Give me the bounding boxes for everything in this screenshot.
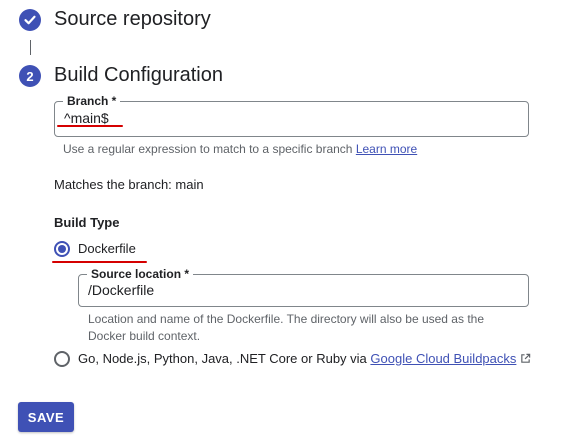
annotation-underline-branch — [57, 125, 123, 127]
source-location-hint: Location and name of the Dockerfile. The… — [88, 312, 484, 343]
check-icon — [24, 15, 36, 25]
step-2-number: 2 — [19, 65, 41, 87]
branch-hint: Use a regular expression to match to a s… — [63, 142, 418, 156]
branch-match-text: Matches the branch: main — [54, 177, 204, 192]
buildpacks-link[interactable]: Google Cloud Buildpacks — [370, 351, 516, 366]
buildpacks-radio[interactable] — [54, 351, 70, 367]
build-type-heading: Build Type — [54, 215, 120, 230]
learn-more-link[interactable]: Learn more — [356, 142, 417, 156]
step-1-complete-icon — [19, 9, 41, 31]
external-link-icon[interactable] — [520, 353, 531, 364]
source-location-input-value[interactable]: /Dockerfile — [88, 282, 154, 298]
stepper-connector — [30, 40, 31, 55]
annotation-underline-dockerfile — [52, 261, 147, 263]
dockerfile-radio[interactable] — [54, 241, 70, 257]
save-button[interactable]: SAVE — [18, 402, 74, 432]
dockerfile-option-label[interactable]: Dockerfile — [78, 241, 136, 256]
branch-field[interactable]: Branch * ^main$ — [54, 93, 529, 137]
radio-selected-dot — [58, 245, 66, 253]
step-1-title[interactable]: Source repository — [54, 8, 211, 31]
step-2-title[interactable]: Build Configuration — [54, 64, 223, 87]
source-location-label: Source location * — [87, 266, 194, 282]
branch-input-value[interactable]: ^main$ — [64, 110, 109, 126]
branch-label: Branch * — [63, 93, 121, 109]
buildpacks-option-label[interactable]: Go, Node.js, Python, Java, .NET Core or … — [78, 351, 531, 366]
source-location-field[interactable]: Source location * /Dockerfile — [78, 266, 529, 307]
